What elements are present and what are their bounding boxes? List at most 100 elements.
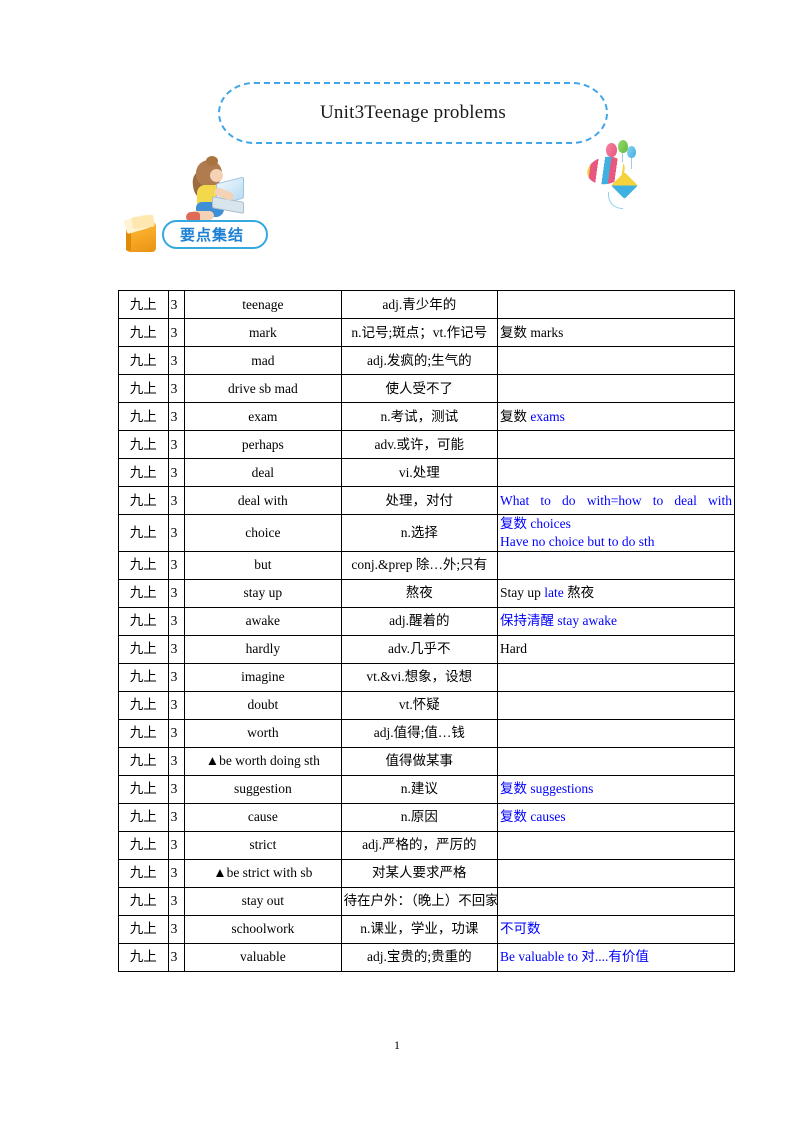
- note-line: Have no choice but to do sth: [500, 533, 732, 551]
- note-segment: 复数 causes: [500, 809, 566, 825]
- cell-word: doubt: [184, 690, 342, 720]
- cell-grade: 九上: [118, 858, 169, 888]
- cell-unit: 3: [167, 402, 186, 431]
- cell-meaning: n.记号;斑点；vt.作记号: [340, 318, 499, 347]
- table-row: 九上 3 schoolwork n.课业，学业，功课 不可数: [118, 914, 735, 944]
- page-number: 1: [394, 1038, 400, 1052]
- cell-note: Hard: [497, 634, 735, 664]
- note-segment: 复数 marks: [500, 324, 564, 340]
- cell-unit: 3: [167, 486, 186, 515]
- table-row: 九上 3 exam n.考试，测试 复数 exams: [118, 402, 735, 431]
- cell-unit: 3: [167, 634, 186, 664]
- cell-note: 复数 suggestions: [497, 774, 735, 804]
- cell-meaning: adv.或许，可能: [340, 430, 499, 459]
- cell-unit: 3: [167, 346, 186, 375]
- cell-grade: 九上: [118, 374, 169, 403]
- cell-word: deal with: [184, 486, 342, 515]
- cell-unit: 3: [167, 662, 186, 692]
- cell-word: stay out: [184, 886, 342, 916]
- note-segment: late: [544, 585, 564, 601]
- table-row: 九上 3 deal with 处理，对付 What to do with=how to …: [118, 486, 735, 515]
- cell-word: teenage: [184, 290, 342, 319]
- cell-unit: 3: [167, 914, 186, 944]
- cell-grade: 九上: [118, 746, 169, 776]
- note-segment: Hard: [500, 641, 528, 657]
- cell-unit: 3: [167, 606, 186, 636]
- cell-meaning: n.原因: [340, 802, 499, 832]
- table-row: 九上 3 teenage adj.青少年的: [118, 290, 735, 319]
- cell-meaning: 处理，对付: [340, 486, 499, 515]
- cell-note: [497, 718, 735, 748]
- cell-unit: 3: [167, 514, 186, 552]
- table-row: 九上 3 valuable adj.宝贵的;贵重的 Be valuable to 对..…: [118, 942, 735, 972]
- cell-meaning: n.考试，测试: [340, 402, 499, 431]
- note-segment: Stay up: [500, 585, 545, 601]
- table-row: 九上 3 suggestion n.建议 复数 suggestions: [118, 774, 735, 804]
- cell-grade: 九上: [118, 830, 169, 860]
- table-row: 九上 3 ▲be worth doing sth 值得做某事: [118, 746, 735, 776]
- cell-note: 不可数: [497, 914, 735, 944]
- cell-grade: 九上: [118, 346, 169, 375]
- cell-grade: 九上: [118, 486, 169, 515]
- cell-word: cause: [184, 802, 342, 832]
- cell-word: awake: [184, 606, 342, 636]
- cell-unit: 3: [167, 690, 186, 720]
- cell-grade: 九上: [118, 578, 169, 608]
- cell-meaning: 对某人要求严格: [340, 858, 499, 888]
- cell-meaning: vt.&vi.想象，设想: [340, 662, 499, 692]
- cell-word: valuable: [184, 942, 342, 972]
- cell-grade: 九上: [118, 886, 169, 916]
- cell-meaning: n.建议: [340, 774, 499, 804]
- cell-meaning: adj.值得;值…钱: [340, 718, 499, 748]
- cell-word: ▲be worth doing sth: [184, 746, 342, 776]
- cell-unit: 3: [167, 746, 186, 776]
- vocabulary-table-body: 九上 3 teenage adj.青少年的 九上 3 mark n.记号;斑点；vt.作记号复…: [118, 290, 735, 972]
- cell-meaning: adv.几乎不: [340, 634, 499, 664]
- cell-note: [497, 690, 735, 720]
- cell-word: stay up: [184, 578, 342, 608]
- cell-meaning: 待在户外：（晚上）不回家: [340, 886, 499, 916]
- note-segment: 保持清醒 stay awake: [500, 613, 618, 629]
- cell-grade: 九上: [118, 802, 169, 832]
- table-row: 九上 3 awake adj.醒着的 保持清醒 stay awake: [118, 606, 735, 636]
- cell-meaning: adj.醒着的: [340, 606, 499, 636]
- cell-meaning: 熬夜: [340, 578, 499, 608]
- cell-meaning: 值得做某事: [340, 746, 499, 776]
- cell-unit: 3: [167, 550, 186, 580]
- table-row: 九上 3 ▲be strict with sb 对某人要求严格: [118, 858, 735, 888]
- cell-word: imagine: [184, 662, 342, 692]
- cell-meaning: conj.&prep 除…外;只有: [340, 550, 499, 580]
- cell-unit: 3: [167, 718, 186, 748]
- note-segment: 复数 choices: [500, 516, 571, 531]
- cell-word: strict: [184, 830, 342, 860]
- cell-grade: 九上: [118, 662, 169, 692]
- cell-word: drive sb mad: [184, 374, 342, 403]
- cell-unit: 3: [167, 830, 186, 860]
- page-title: Unit3Teenage problems: [320, 102, 506, 123]
- note-line: 复数 choices: [500, 515, 732, 533]
- note-segment: 熬夜: [563, 585, 595, 601]
- note-segment: 不可数: [500, 921, 541, 937]
- cell-word: ▲be strict with sb: [184, 858, 342, 888]
- cell-note: [497, 830, 735, 860]
- section-heading: 要点集结: [118, 212, 318, 258]
- table-row: 九上 3 stay up 熬夜 Stay up late 熬夜: [118, 578, 735, 608]
- cell-unit: 3: [167, 774, 186, 804]
- cell-unit: 3: [167, 458, 186, 487]
- cell-note: [497, 374, 735, 403]
- cell-grade: 九上: [118, 458, 169, 487]
- cell-unit: 3: [167, 886, 186, 916]
- cell-note: What to do with=how to deal with: [497, 486, 735, 515]
- cell-note: 保持清醒 stay awake: [497, 606, 735, 636]
- hot-air-balloon-kite-icon: [584, 140, 646, 220]
- cell-meaning: adj.发疯的;生气的: [340, 346, 499, 375]
- cell-word: suggestion: [184, 774, 342, 804]
- cell-meaning: 使人受不了: [340, 374, 499, 403]
- table-row: 九上 3 worth adj.值得;值…钱: [118, 718, 735, 748]
- note-segment: 复数 suggestions: [500, 781, 594, 797]
- cell-grade: 九上: [118, 774, 169, 804]
- cell-note: [497, 662, 735, 692]
- cell-meaning: vi.处理: [340, 458, 499, 487]
- cell-unit: 3: [167, 430, 186, 459]
- cell-grade: 九上: [118, 606, 169, 636]
